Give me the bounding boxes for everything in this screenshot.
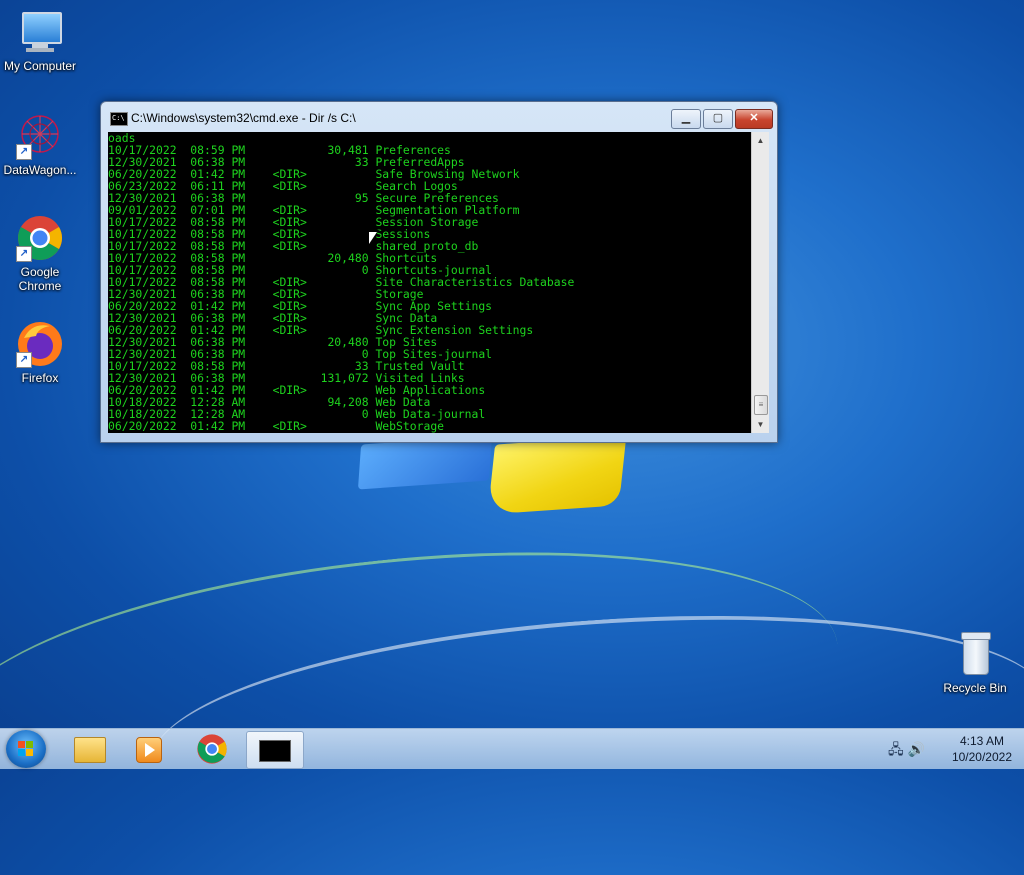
window-titlebar[interactable]: C:\Windows\system32\cmd.exe - Dir /s C:\…: [101, 102, 777, 132]
windows-logo-icon: [18, 741, 34, 757]
desktop-icon-google-chrome[interactable]: ↗ Google Chrome: [0, 214, 80, 293]
cmd-icon: [259, 740, 291, 762]
chrome-icon: ↗: [16, 214, 64, 262]
cmd-window[interactable]: C:\Windows\system32\cmd.exe - Dir /s C:\…: [100, 101, 778, 443]
clock-date: 10/20/2022: [951, 750, 1012, 764]
taskbar-clock[interactable]: 4:13 AM 10/20/2022: [952, 733, 1012, 765]
shortcut-arrow-icon: ↗: [16, 352, 32, 368]
media-player-icon: [136, 737, 162, 763]
desktop-icon-recycle-bin[interactable]: Recycle Bin: [935, 630, 1015, 695]
chrome-icon: [197, 734, 227, 764]
desktop-icon-my-computer[interactable]: My Computer: [0, 8, 80, 73]
close-button[interactable]: ✕: [735, 109, 773, 129]
shortcut-arrow-icon: ↗: [16, 144, 32, 160]
vertical-scrollbar[interactable]: ▲ ≡ ▼: [751, 132, 769, 433]
folder-icon: [74, 737, 106, 763]
start-button[interactable]: [6, 730, 46, 768]
taskbar-cmd-button[interactable]: [246, 731, 304, 769]
minimize-button[interactable]: ▁: [671, 109, 701, 129]
mouse-cursor-icon: [368, 230, 379, 247]
taskbar-media-player-button[interactable]: [122, 731, 178, 767]
console-output[interactable]: oads 10/17/2022 08:59 PM 30,481 Preferenc…: [108, 132, 751, 433]
desktop-icon-label: Recycle Bin: [943, 681, 1007, 695]
scroll-down-arrow-icon[interactable]: ▼: [752, 416, 769, 433]
cmd-icon: [110, 112, 128, 126]
scroll-up-arrow-icon[interactable]: ▲: [752, 132, 769, 149]
taskbar: 🖧 🔊 4:13 AM 10/20/2022: [0, 728, 1024, 769]
shortcut-arrow-icon: ↗: [16, 246, 32, 262]
wallpaper-logo-blue: [357, 435, 493, 490]
desktop-icon-label: Google Chrome: [18, 265, 62, 293]
window-title: C:\Windows\system32\cmd.exe - Dir /s C:\: [131, 111, 356, 125]
taskbar-chrome-button[interactable]: [184, 731, 240, 767]
datawagon-icon: ↗: [16, 112, 64, 160]
volume-icon[interactable]: 🔊: [908, 741, 925, 757]
desktop-icon-firefox[interactable]: ↗ Firefox: [0, 320, 80, 385]
desktop-icon-label: DataWagon...: [3, 163, 77, 177]
maximize-button[interactable]: ▢: [703, 109, 733, 129]
scroll-thumb[interactable]: ≡: [754, 395, 768, 415]
recycle-bin-icon: [951, 630, 999, 678]
taskbar-explorer-button[interactable]: [62, 731, 118, 767]
desktop-icon-datawagon[interactable]: ↗ DataWagon...: [0, 112, 80, 177]
network-icon[interactable]: 🖧: [888, 741, 904, 757]
firefox-icon: ↗: [16, 320, 64, 368]
wallpaper-logo-yellow: [487, 435, 627, 515]
console-line: 06/20/2022 01:42 PM <DIR> WebStorage: [108, 419, 445, 433]
desktop-icon-label: Firefox: [21, 371, 59, 385]
clock-time: 4:13 AM: [959, 734, 1004, 748]
computer-icon: [16, 8, 64, 56]
system-tray: 🖧 🔊: [888, 739, 925, 763]
desktop-icon-label: My Computer: [3, 59, 77, 73]
